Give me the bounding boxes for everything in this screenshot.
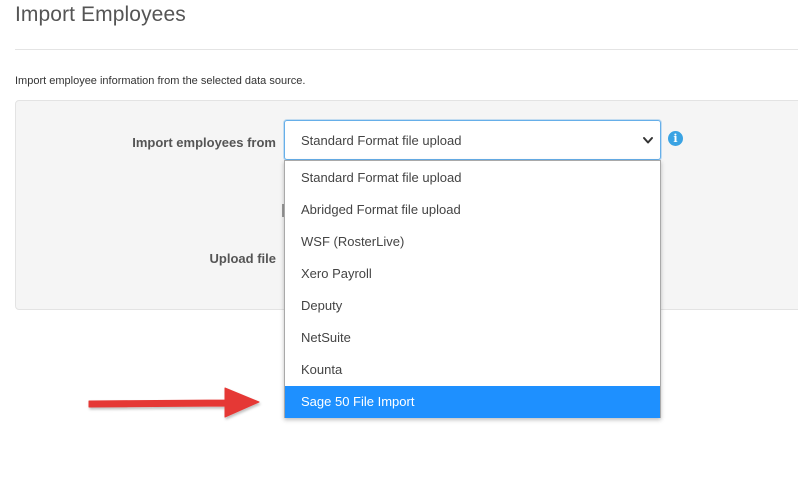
intro-text: Import employee information from the sel… <box>15 75 306 87</box>
title-divider <box>15 49 798 50</box>
dropdown-option-xero-payroll[interactable]: Xero Payroll <box>285 258 660 290</box>
upload-file-label: Upload file <box>209 251 276 266</box>
dropdown-option-standard-format[interactable]: Standard Format file upload <box>285 162 660 194</box>
import-source-dropdown: Standard Format file upload Abridged For… <box>284 160 661 418</box>
dropdown-option-netsuite[interactable]: NetSuite <box>285 322 660 354</box>
import-source-select-value: Standard Format file upload <box>301 133 462 148</box>
dropdown-option-abridged-format[interactable]: Abridged Format file upload <box>285 194 660 226</box>
annotation-arrow-icon <box>88 387 260 418</box>
dropdown-option-wsf-rosterlive[interactable]: WSF (RosterLive) <box>285 226 660 258</box>
dropdown-option-sage-50[interactable]: Sage 50 File Import <box>285 386 660 418</box>
dropdown-option-deputy[interactable]: Deputy <box>285 290 660 322</box>
page-title: Import Employees <box>15 3 186 26</box>
chevron-down-icon <box>643 137 653 144</box>
import-employees-page: Import Employees Import employee informa… <box>0 0 798 488</box>
import-source-select[interactable]: Standard Format file upload <box>284 120 661 160</box>
dropdown-option-kounta[interactable]: Kounta <box>285 354 660 386</box>
info-icon[interactable]: i <box>668 131 683 146</box>
import-from-label: Import employees from <box>132 135 276 150</box>
